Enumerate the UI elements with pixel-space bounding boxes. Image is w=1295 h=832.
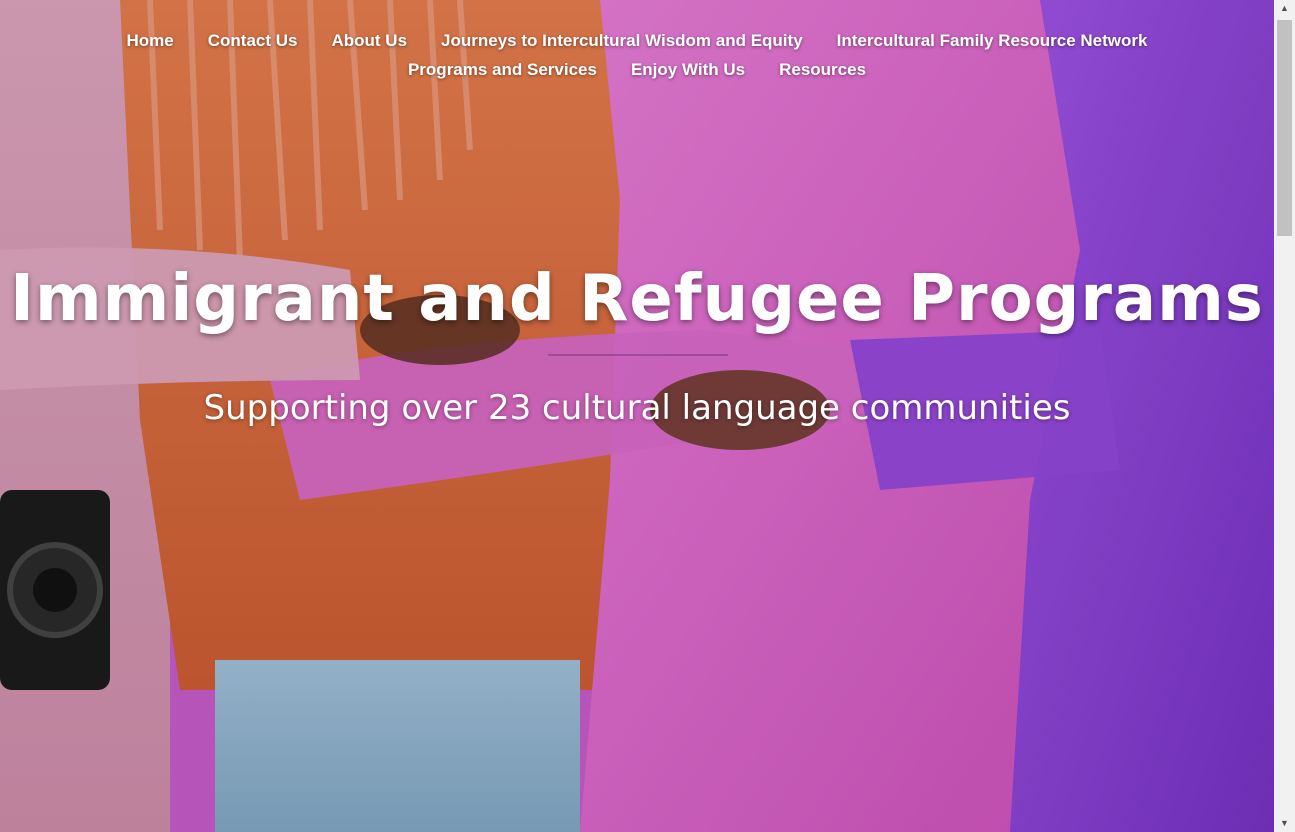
nav-contact-us-link[interactable]: Contact Us xyxy=(208,26,298,55)
title-divider xyxy=(548,354,728,356)
nav-resources-link[interactable]: Resources xyxy=(779,55,866,84)
main-navigation: Home Contact Us About Us Journeys to Int… xyxy=(0,26,1274,84)
nav-row-2: Programs and Services Enjoy With Us Reso… xyxy=(0,55,1274,84)
nav-programs-services-link[interactable]: Programs and Services xyxy=(408,55,597,84)
hero-subtitle: Supporting over 23 cultural language com… xyxy=(203,388,1071,428)
nav-home-link[interactable]: Home xyxy=(127,26,174,55)
triangle-up-icon[interactable]: ▲ xyxy=(1274,0,1295,17)
nav-enjoy-with-us-link[interactable]: Enjoy With Us xyxy=(631,55,745,84)
vertical-scrollbar[interactable]: ▲ ▼ xyxy=(1274,0,1295,832)
nav-about-us-link[interactable]: About Us xyxy=(331,26,407,55)
nav-family-resource-network-link[interactable]: Intercultural Family Resource Network xyxy=(837,26,1148,55)
triangle-down-icon[interactable]: ▼ xyxy=(1274,815,1295,832)
hero-title: Immigrant and Refugee Programs xyxy=(10,262,1264,336)
nav-row-1: Home Contact Us About Us Journeys to Int… xyxy=(0,26,1274,55)
nav-journeys-link[interactable]: Journeys to Intercultural Wisdom and Equ… xyxy=(441,26,803,55)
page-viewport: Home Contact Us About Us Journeys to Int… xyxy=(0,0,1295,832)
scrollbar-thumb[interactable] xyxy=(1277,20,1292,236)
